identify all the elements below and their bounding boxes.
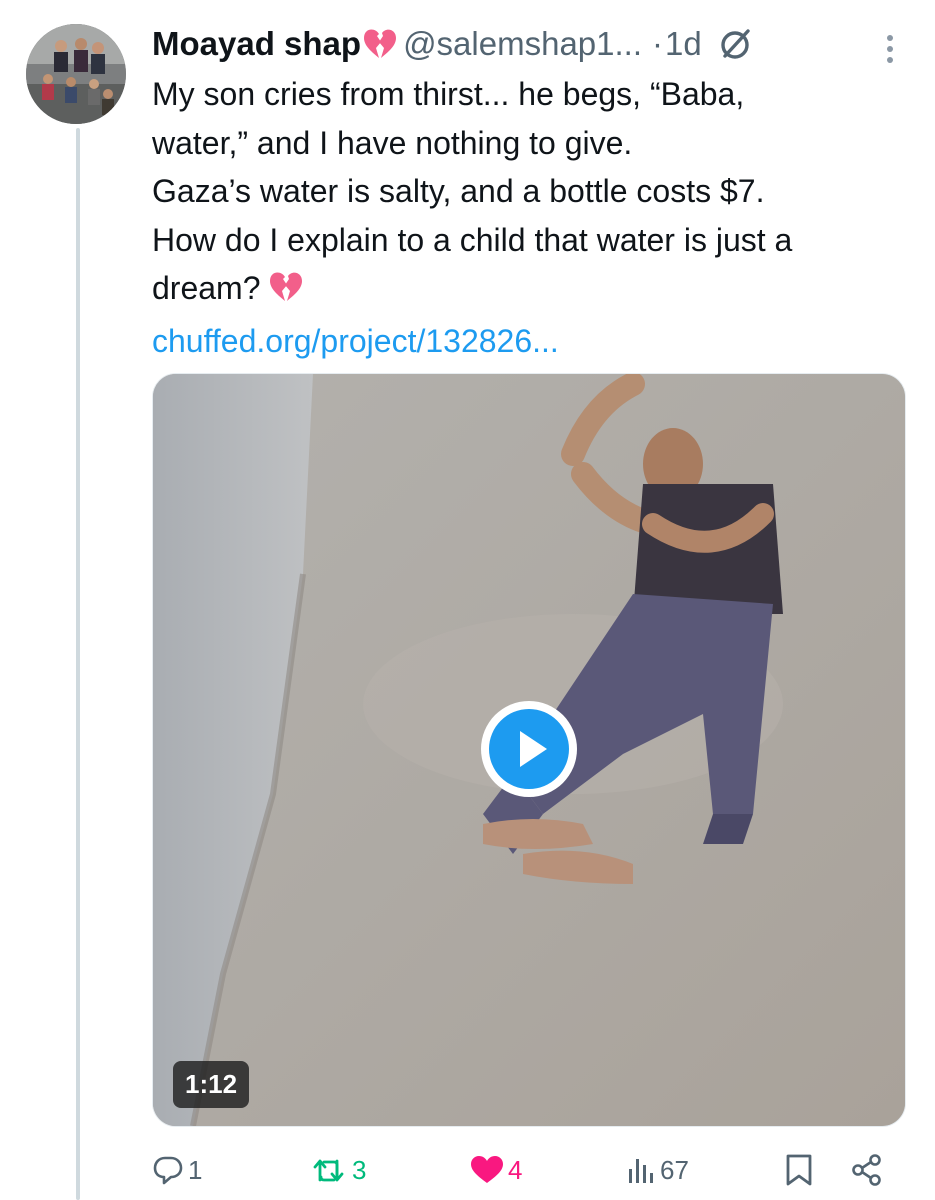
bookmark-button[interactable] [784,1148,814,1192]
separator-dot: · [652,25,664,62]
like-count: 4 [508,1154,523,1185]
tweet-line-3: Gaza’s water is salty, and a bottle cost… [152,173,765,209]
views-button[interactable]: 67 [626,1148,689,1192]
retweet-icon [313,1159,344,1182]
action-bar: 1 3 4 67 [152,1148,904,1192]
like-heart-icon [471,1156,503,1183]
play-button[interactable] [481,701,577,797]
retweet-count: 3 [352,1154,367,1185]
verified-badge-icon [718,26,754,62]
reply-button[interactable]: 1 [152,1148,202,1192]
share-icon [852,1154,881,1186]
tweet-line-2: water,” and I have nothing to give. [152,124,633,161]
tweet-text: My son cries from thirst... he begs, “Ba… [152,70,922,365]
share-button[interactable] [850,1148,884,1192]
retweet-button[interactable]: 3 [312,1148,366,1192]
post-time[interactable]: 1d [665,25,702,63]
broken-heart-emoji [363,28,397,60]
thread-line [76,128,80,1200]
views-count: 67 [660,1154,689,1185]
more-options-icon[interactable] [885,34,895,64]
tweet-header: Moayad shap @salemshap1... · 1d [152,20,895,68]
tweet-line-4: How do I explain to a child that water i… [152,221,793,258]
broken-heart-emoji [269,268,303,317]
tweet-link[interactable]: chuffed.org/project/132826... [152,317,922,366]
play-icon [489,709,569,789]
reply-icon [153,1156,183,1185]
video-duration: 1:12 [173,1061,250,1108]
tweet-line-5-text: dream? [152,270,261,306]
like-button[interactable]: 4 [470,1148,522,1192]
video-player[interactable]: 1:12 [152,373,906,1127]
tweet-line-5: dream? [152,264,922,317]
tweet-line-1: My son cries from thirst... he begs, “Ba… [152,76,745,112]
bookmark-icon [786,1154,812,1186]
display-name[interactable]: Moayad shap [152,25,361,63]
user-handle[interactable]: @salemshap1... [403,25,642,63]
avatar-photo [26,24,126,124]
avatar[interactable] [26,24,126,124]
views-chart-icon [629,1159,653,1183]
reply-count: 1 [188,1154,203,1185]
